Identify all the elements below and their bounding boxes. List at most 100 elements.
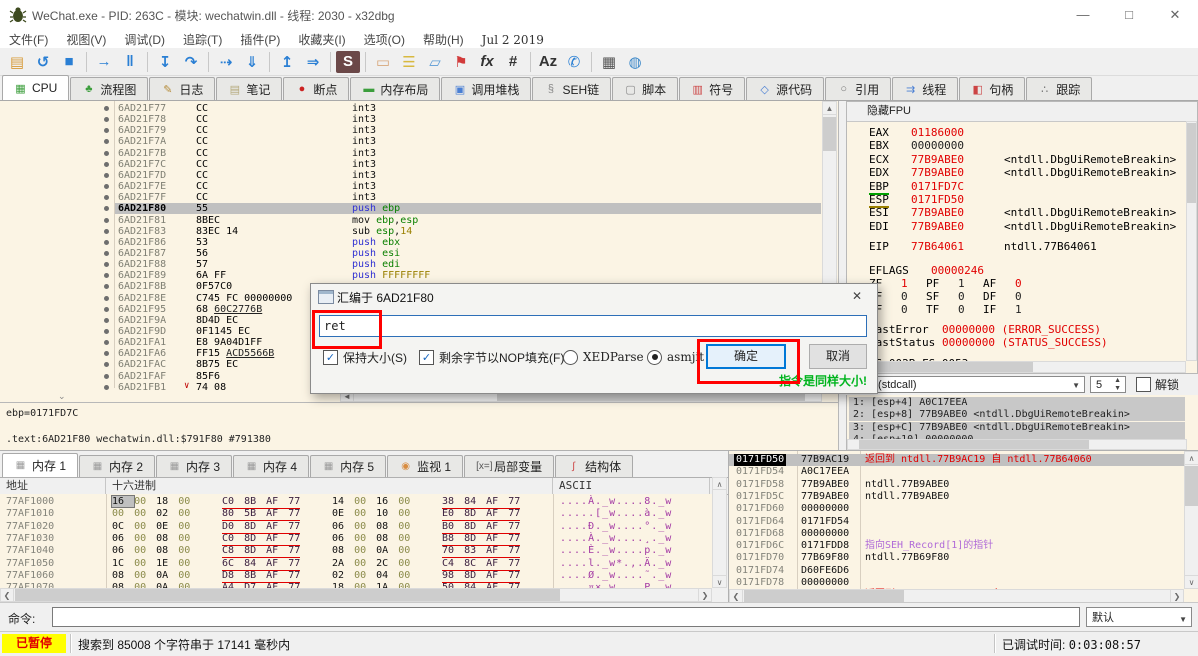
hide-fpu-button[interactable]: 隐藏FPU <box>847 102 1197 122</box>
disasm-row[interactable]: 6AD21F8383EC 14sub esp,14 <box>115 226 821 237</box>
menu-item[interactable]: 帮助(H) <box>414 30 473 49</box>
disasm-row[interactable]: 6AD21F7ACCint3 <box>115 136 821 147</box>
open-file-icon[interactable]: ▤ <box>5 51 29 73</box>
tab-断点[interactable]: ●断点 <box>283 77 349 100</box>
scroll-thumb[interactable] <box>744 590 904 602</box>
tab-跟踪[interactable]: ∴跟踪 <box>1026 77 1092 100</box>
asmjit-radio[interactable]: asmjit <box>647 349 704 365</box>
registers-panel[interactable]: 隐藏FPU EAX01186000EBX00000000ECX77B9ABE0<… <box>846 101 1198 374</box>
stack-row[interactable]: 0171FD6C0171FDD8指向SEH_Record[1]的指针 <box>729 540 1184 552</box>
xedparse-radio[interactable]: XEDParse <box>563 349 644 365</box>
register-row[interactable]: ESP0171FD50 <box>847 193 1185 206</box>
bookmarks-icon[interactable]: ⚑ <box>449 51 473 73</box>
dump-tab-内存 3[interactable]: ▦内存 3 <box>156 455 232 477</box>
cancel-button[interactable]: 取消 <box>809 344 867 369</box>
dump-row[interactable]: 77AF100016 00 18 00C0 8B AF 7714 00 16 0… <box>0 496 712 508</box>
hash-icon[interactable]: # <box>501 51 525 73</box>
tab-流程图[interactable]: ♣流程图 <box>70 77 148 100</box>
labels-icon[interactable]: ▱ <box>423 51 447 73</box>
register-row[interactable]: ZF1PF1AF0 <box>847 277 1185 290</box>
dump-tab-局部变量[interactable]: [x=]局部变量 <box>464 455 554 477</box>
menu-item[interactable]: 插件(P) <box>231 30 289 49</box>
stack-row[interactable]: 0171FD6000000000 <box>729 503 1184 515</box>
column-header-address[interactable]: 地址 <box>0 478 106 494</box>
register-row[interactable]: LastStatus00000000 (STATUS_SUCCESS) <box>847 336 1185 349</box>
scroll-right-icon[interactable]: ❯ <box>1170 589 1184 603</box>
register-row[interactable]: EBX00000000 <box>847 139 1185 152</box>
register-row[interactable]: EDX77B9ABE0<ntdll.DbgUiRemoteBreakin> <box>847 166 1185 179</box>
dump-tab-内存 5[interactable]: ▦内存 5 <box>310 455 386 477</box>
disasm-row[interactable]: 6AD21F896A FFpush FFFFFFFF <box>115 270 821 281</box>
dump-body[interactable]: 77AF100016 00 18 00C0 8B AF 7714 00 16 0… <box>0 494 712 588</box>
phone-icon[interactable]: ✆ <box>562 51 586 73</box>
menu-item[interactable]: 调试(D) <box>115 30 174 49</box>
argument-row[interactable]: 2: [esp+8] 77B9ABE0 <ntdll.DbgUiRemoteBr… <box>849 409 1185 421</box>
scroll-thumb[interactable] <box>15 589 560 601</box>
menu-item[interactable]: 文件(F) <box>0 30 57 49</box>
minimize-button[interactable]: — <box>1060 0 1106 30</box>
arguments-panel[interactable]: 1: [esp+4] A0C17EEA2: [esp+8] 77B9ABE0 <… <box>846 395 1198 450</box>
unlock-checkbox[interactable] <box>1136 377 1151 392</box>
pause-icon[interactable]: ‖ <box>118 51 142 73</box>
scroll-down-icon[interactable]: ∨ <box>1184 575 1198 589</box>
s-badge-icon[interactable]: S <box>336 51 360 73</box>
execute-till-return-icon[interactable]: ⇓ <box>240 51 264 73</box>
disasm-row[interactable]: 6AD21F7CCCint3 <box>115 159 821 170</box>
disasm-row[interactable]: 6AD21F818BECmov ebp,esp <box>115 215 821 226</box>
arg-count-stepper[interactable]: 5 ▲▼ <box>1090 376 1126 393</box>
scroll-up-icon[interactable]: ∧ <box>712 477 727 490</box>
tab-日志[interactable]: ✎日志 <box>149 77 215 100</box>
dump-row[interactable]: 77AF104006 00 08 00C8 8D AF 7708 00 0A 0… <box>0 545 712 557</box>
stop-icon[interactable]: ■ <box>57 51 81 73</box>
disasm-row[interactable]: 6AD21F77CCint3 <box>115 103 821 114</box>
register-row[interactable]: ESI77B9ABE0<ntdll.DbgUiRemoteBreakin> <box>847 206 1185 219</box>
argument-row[interactable]: 1: [esp+4] A0C17EEA <box>849 397 1185 409</box>
dump-vertical-scrollbar[interactable] <box>712 477 727 588</box>
tab-符号[interactable]: ▥符号 <box>679 77 745 100</box>
tab-脚本[interactable]: ▢脚本 <box>612 77 678 100</box>
register-row[interactable]: LastError00000000 (ERROR_SUCCESS) <box>847 323 1185 336</box>
dialog-title-bar[interactable]: 汇编于 6AD21F80 ✕ <box>311 284 877 309</box>
tab-句柄[interactable]: ◧句柄 <box>959 77 1025 100</box>
stack-row[interactable]: 0171FD5C77B9ABE0ntdll.77B9ABE0 <box>729 491 1184 503</box>
command-input[interactable] <box>52 607 1080 627</box>
disasm-row[interactable]: 6AD21F8653push ebx <box>115 237 821 248</box>
step-out-icon[interactable]: ↥ <box>275 51 299 73</box>
stack-row[interactable]: 0171FD74D60FE6D6 <box>729 565 1184 577</box>
dialog-close-icon[interactable]: ✕ <box>837 284 877 309</box>
stack-row[interactable]: 0171FD5877B9ABE0ntdll.77B9ABE0 <box>729 479 1184 491</box>
scroll-left-icon[interactable]: ❮ <box>0 588 14 602</box>
disasm-row[interactable]: 6AD21F78CCint3 <box>115 114 821 125</box>
scroll-up-icon[interactable]: ∧ <box>1184 451 1198 465</box>
functions-icon[interactable]: fx <box>475 51 499 73</box>
scroll-thumb[interactable] <box>1187 123 1196 203</box>
stack-panel[interactable]: 0171FD5077B9AC19返回到 ntdll.77B9AC19 自 ntd… <box>728 450 1198 603</box>
disasm-row[interactable]: 6AD21F7BCCint3 <box>115 148 821 159</box>
stack-row[interactable]: 0171FD7077B69F80ntdll.77B69F80 <box>729 552 1184 564</box>
stack-row[interactable]: 0171FD640171FD54 <box>729 516 1184 528</box>
register-row[interactable]: EFLAGS00000246 <box>847 264 1185 277</box>
tab-内存布局[interactable]: ▬内存布局 <box>350 77 440 100</box>
disasm-row[interactable]: 6AD21F8756push esi <box>115 248 821 259</box>
scroll-up-icon[interactable]: ▲ <box>822 101 837 115</box>
tab-引用[interactable]: ○引用 <box>825 77 891 100</box>
stack-row[interactable]: 0171FD54A0C17EEA <box>729 466 1184 478</box>
dump-row[interactable]: 77AF106008 00 0A 00D8 8B AF 7702 00 04 0… <box>0 570 712 582</box>
register-row[interactable]: EIP77B64061ntdll.77B64061 <box>847 240 1185 253</box>
scroll-left-icon[interactable]: ❮ <box>729 589 743 603</box>
calling-convention-select[interactable]: 默认 (stdcall) ▼ <box>847 376 1085 393</box>
scroll-right-icon[interactable]: ❯ <box>698 588 712 602</box>
disasm-row[interactable]: 6AD21F8857push edi <box>115 259 821 270</box>
disasm-row[interactable]: 6AD21F7ECCint3 <box>115 181 821 192</box>
disasm-row[interactable]: 6AD21F79CCint3 <box>115 125 821 136</box>
tab-CPU[interactable]: ▦CPU <box>2 75 69 100</box>
tab-源代码[interactable]: ◇源代码 <box>746 77 824 100</box>
dump-tab-内存 4[interactable]: ▦内存 4 <box>233 455 309 477</box>
column-header-hex[interactable]: 十六进制 <box>106 478 553 494</box>
scroll-thumb[interactable] <box>859 440 1089 449</box>
menu-item[interactable]: 追踪(T) <box>174 30 231 49</box>
comments-icon[interactable]: ☰ <box>397 51 421 73</box>
dump-tab-内存 1[interactable]: ▦内存 1 <box>2 453 78 477</box>
scroll-thumb[interactable] <box>1185 466 1198 506</box>
globe-icon[interactable]: ◍ <box>623 51 647 73</box>
